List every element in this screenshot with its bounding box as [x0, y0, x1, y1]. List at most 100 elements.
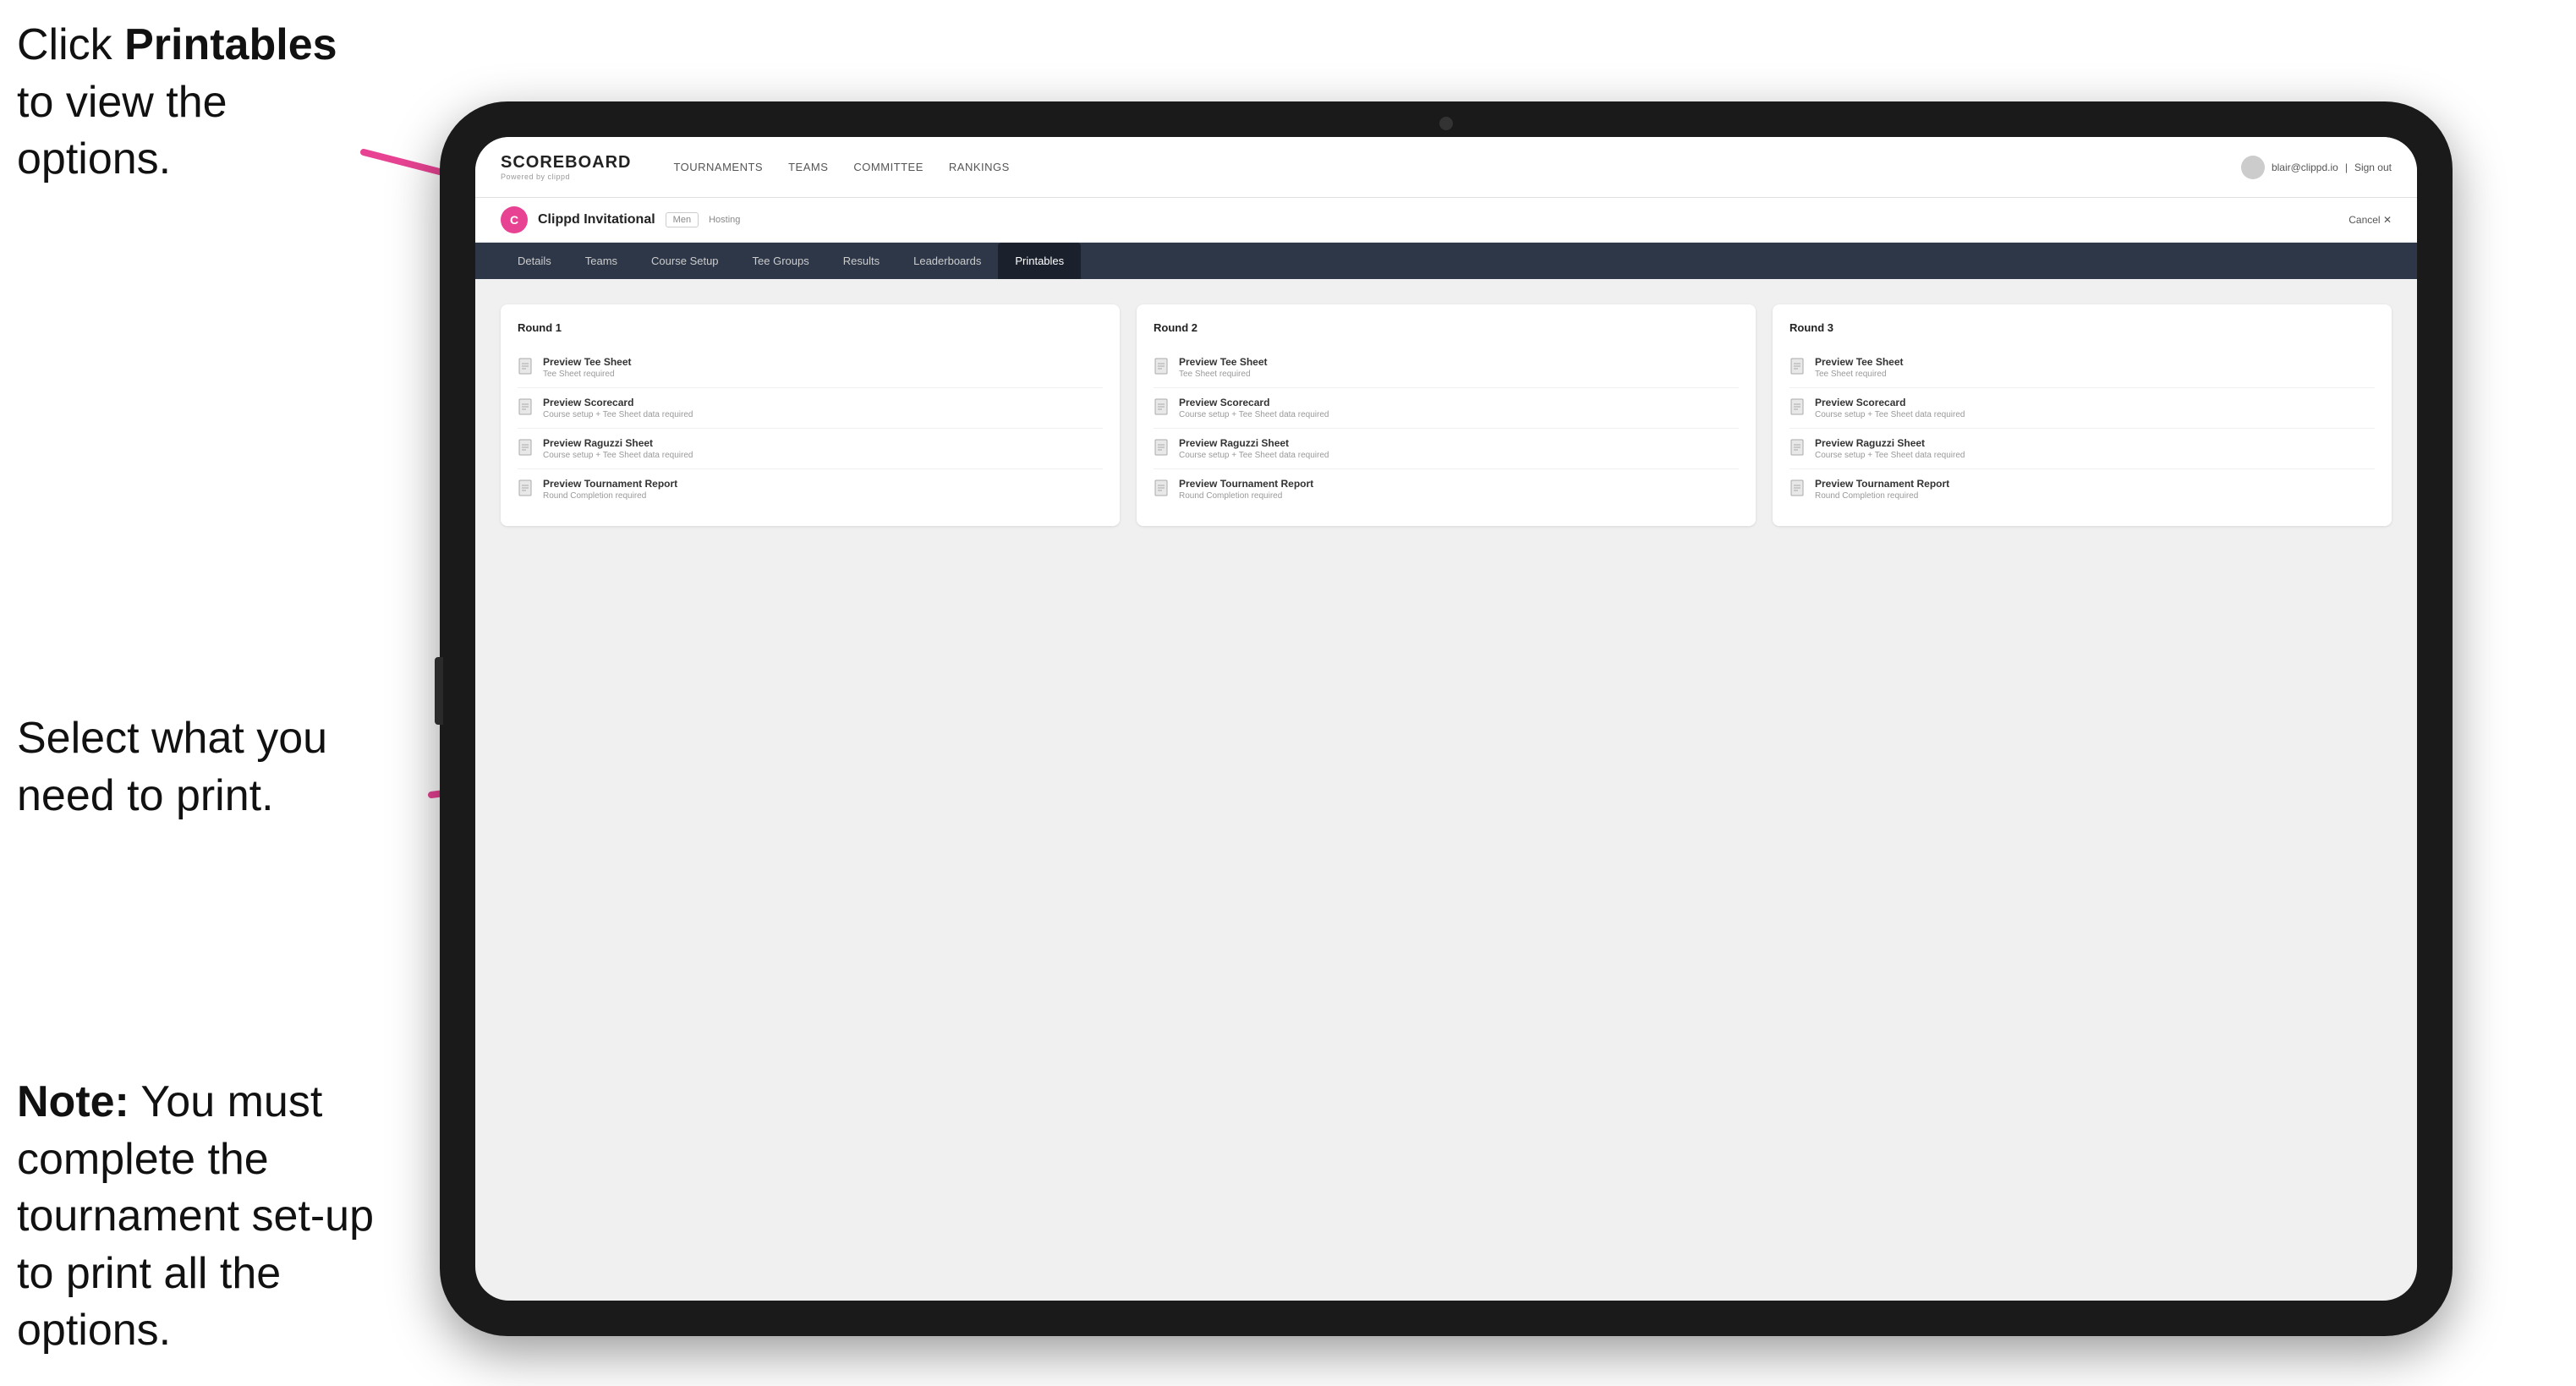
round-1-report-subtitle: Round Completion required: [543, 491, 677, 501]
round-2-tee-sheet-subtitle: Tee Sheet required: [1179, 370, 1268, 379]
round-1-raguzzi-subtitle: Course setup + Tee Sheet data required: [543, 451, 693, 460]
annotation-middle-text: Select what you need to print.: [17, 714, 327, 820]
user-avatar: [2241, 156, 2265, 179]
tab-teams[interactable]: Teams: [568, 243, 634, 279]
annotation-top: Click Printables to view the options.: [17, 17, 372, 189]
round-2-raguzzi[interactable]: Preview Raguzzi Sheet Course setup + Tee…: [1154, 429, 1739, 469]
nav-teams[interactable]: TEAMS: [788, 157, 828, 177]
round-3-raguzzi-title: Preview Raguzzi Sheet: [1815, 437, 1965, 449]
round-1-report-title: Preview Tournament Report: [543, 478, 677, 490]
round-2-tee-sheet[interactable]: Preview Tee Sheet Tee Sheet required: [1154, 348, 1739, 388]
round-3-tee-sheet-title: Preview Tee Sheet: [1815, 356, 1904, 368]
round-1-title: Round 1: [518, 321, 1103, 334]
round-3-scorecard[interactable]: Preview Scorecard Course setup + Tee She…: [1789, 388, 2375, 429]
round-3-section: Round 3 Preview Tee Sheet Tee: [1773, 304, 2392, 526]
round-3-report-subtitle: Round Completion required: [1815, 491, 1949, 501]
round-2-section: Round 2 Preview Tee Sheet Tee: [1137, 304, 1756, 526]
round-2-tee-sheet-title: Preview Tee Sheet: [1179, 356, 1268, 368]
document-icon: [518, 358, 534, 378]
round-2-raguzzi-subtitle: Course setup + Tee Sheet data required: [1179, 451, 1329, 460]
round-2-raguzzi-text: Preview Raguzzi Sheet Course setup + Tee…: [1179, 437, 1329, 460]
tournament-status: Hosting: [709, 215, 740, 225]
round-2-scorecard-title: Preview Scorecard: [1179, 397, 1329, 408]
logo-subtitle: Powered by clippd: [501, 173, 631, 181]
app-container: SCOREBOARD Powered by clippd TOURNAMENTS…: [475, 137, 2417, 1301]
round-1-report-text: Preview Tournament Report Round Completi…: [543, 478, 677, 501]
round-3-tee-sheet[interactable]: Preview Tee Sheet Tee Sheet required: [1789, 348, 2375, 388]
top-nav-right: blair@clippd.io | Sign out: [2241, 156, 2392, 179]
round-2-report-subtitle: Round Completion required: [1179, 491, 1313, 501]
document-icon-8: [1154, 479, 1170, 500]
document-icon-3: [518, 439, 534, 459]
rounds-grid: Round 1 Preview Tee Sheet Tee: [501, 304, 2392, 526]
round-2-tee-sheet-text: Preview Tee Sheet Tee Sheet required: [1179, 356, 1268, 379]
round-3-raguzzi[interactable]: Preview Raguzzi Sheet Course setup + Tee…: [1789, 429, 2375, 469]
round-2-scorecard-text: Preview Scorecard Course setup + Tee She…: [1179, 397, 1329, 419]
document-icon-11: [1789, 439, 1806, 459]
round-1-tee-sheet[interactable]: Preview Tee Sheet Tee Sheet required: [518, 348, 1103, 388]
document-icon-6: [1154, 398, 1170, 419]
round-3-report-title: Preview Tournament Report: [1815, 478, 1949, 490]
round-3-raguzzi-subtitle: Course setup + Tee Sheet data required: [1815, 451, 1965, 460]
tablet-device: SCOREBOARD Powered by clippd TOURNAMENTS…: [440, 101, 2453, 1336]
round-3-raguzzi-text: Preview Raguzzi Sheet Course setup + Tee…: [1815, 437, 1965, 460]
tab-course-setup[interactable]: Course Setup: [634, 243, 736, 279]
round-1-section: Round 1 Preview Tee Sheet Tee: [501, 304, 1120, 526]
tournament-logo: C: [501, 206, 528, 233]
round-1-scorecard-subtitle: Course setup + Tee Sheet data required: [543, 410, 693, 419]
tab-details[interactable]: Details: [501, 243, 568, 279]
round-1-raguzzi[interactable]: Preview Raguzzi Sheet Course setup + Tee…: [518, 429, 1103, 469]
round-1-scorecard[interactable]: Preview Scorecard Course setup + Tee She…: [518, 388, 1103, 429]
tab-results[interactable]: Results: [826, 243, 896, 279]
tab-tee-groups[interactable]: Tee Groups: [736, 243, 826, 279]
annotation-note-bold: Note:: [17, 1077, 129, 1126]
round-3-scorecard-subtitle: Course setup + Tee Sheet data required: [1815, 410, 1965, 419]
nav-committee[interactable]: COMMITTEE: [853, 157, 924, 177]
nav-rankings[interactable]: RANKINGS: [949, 157, 1010, 177]
separator: |: [2345, 162, 2348, 173]
tablet-screen: SCOREBOARD Powered by clippd TOURNAMENTS…: [475, 137, 2417, 1301]
nav-tournaments[interactable]: TOURNAMENTS: [673, 157, 763, 177]
round-3-tee-sheet-text: Preview Tee Sheet Tee Sheet required: [1815, 356, 1904, 379]
document-icon-12: [1789, 479, 1806, 500]
round-2-scorecard-subtitle: Course setup + Tee Sheet data required: [1179, 410, 1329, 419]
tablet-camera: [1439, 117, 1453, 130]
top-nav: SCOREBOARD Powered by clippd TOURNAMENTS…: [475, 137, 2417, 198]
cancel-button[interactable]: Cancel ✕: [2349, 214, 2392, 226]
round-3-scorecard-title: Preview Scorecard: [1815, 397, 1965, 408]
document-icon-2: [518, 398, 534, 419]
round-1-scorecard-text: Preview Scorecard Course setup + Tee She…: [543, 397, 693, 419]
user-email: blair@clippd.io: [2272, 162, 2338, 173]
round-2-report-title: Preview Tournament Report: [1179, 478, 1313, 490]
cancel-label: Cancel: [2349, 214, 2380, 226]
document-icon-9: [1789, 358, 1806, 378]
round-1-tee-sheet-subtitle: Tee Sheet required: [543, 370, 632, 379]
sign-out-link[interactable]: Sign out: [2354, 162, 2392, 173]
round-1-tee-sheet-text: Preview Tee Sheet Tee Sheet required: [543, 356, 632, 379]
sub-nav: Details Teams Course Setup Tee Groups Re…: [475, 243, 2417, 279]
cancel-x: ✕: [2383, 214, 2392, 226]
round-3-report-text: Preview Tournament Report Round Completi…: [1815, 478, 1949, 501]
document-icon-4: [518, 479, 534, 500]
annotation-top-text: Click Printables to view the options.: [17, 20, 337, 184]
round-1-tee-sheet-title: Preview Tee Sheet: [543, 356, 632, 368]
tournament-header: C Clippd Invitational Men Hosting Cancel…: [475, 198, 2417, 243]
logo-title: SCOREBOARD: [501, 153, 631, 173]
annotation-bottom: Note: You must complete the tournament s…: [17, 1074, 406, 1360]
tab-leaderboards[interactable]: Leaderboards: [896, 243, 998, 279]
round-3-report[interactable]: Preview Tournament Report Round Completi…: [1789, 469, 2375, 509]
tab-printables[interactable]: Printables: [998, 243, 1081, 279]
tournament-name: Clippd Invitational: [538, 212, 655, 227]
logo-area: SCOREBOARD Powered by clippd: [501, 153, 631, 181]
round-1-report[interactable]: Preview Tournament Report Round Completi…: [518, 469, 1103, 509]
round-1-raguzzi-title: Preview Raguzzi Sheet: [543, 437, 693, 449]
document-icon-10: [1789, 398, 1806, 419]
round-2-report[interactable]: Preview Tournament Report Round Completi…: [1154, 469, 1739, 509]
round-2-report-text: Preview Tournament Report Round Completi…: [1179, 478, 1313, 501]
round-1-scorecard-title: Preview Scorecard: [543, 397, 693, 408]
main-content: Round 1 Preview Tee Sheet Tee: [475, 279, 2417, 1301]
tablet-side-button: [435, 657, 443, 725]
top-nav-links: TOURNAMENTS TEAMS COMMITTEE RANKINGS: [673, 157, 2240, 177]
round-3-scorecard-text: Preview Scorecard Course setup + Tee She…: [1815, 397, 1965, 419]
round-2-scorecard[interactable]: Preview Scorecard Course setup + Tee She…: [1154, 388, 1739, 429]
